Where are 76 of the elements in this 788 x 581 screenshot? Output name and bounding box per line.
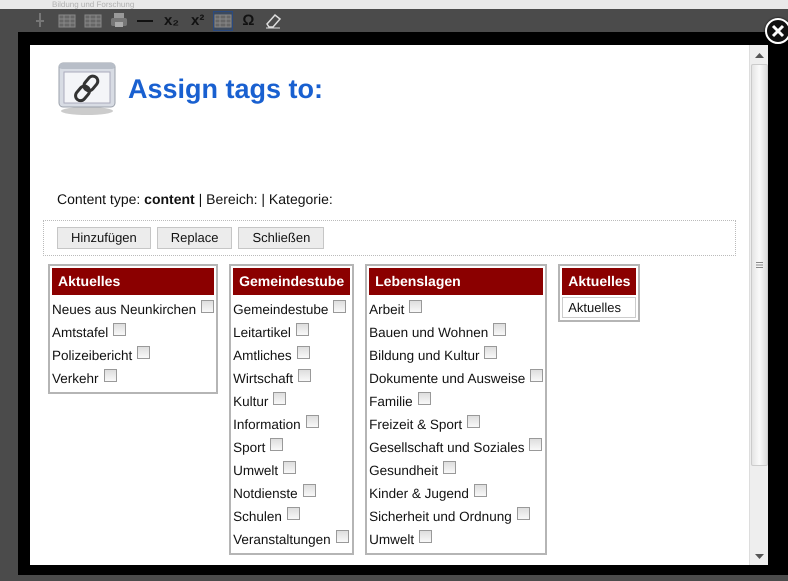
- tag-label: Umwelt: [233, 463, 278, 478]
- tag-label: Leitartikel: [233, 325, 291, 340]
- tag-label: Notdienste: [233, 486, 298, 501]
- scroll-up-icon[interactable]: [754, 53, 764, 58]
- tag-checkbox[interactable]: [296, 346, 310, 359]
- action-button[interactable]: Schließen: [238, 227, 324, 249]
- tag-checkbox[interactable]: [493, 323, 506, 336]
- tag-checkbox[interactable]: [273, 392, 286, 405]
- tag-checkbox[interactable]: [306, 415, 319, 428]
- tag-label: Schulen: [233, 509, 282, 524]
- tag-label: Amtstafel: [52, 325, 108, 340]
- tag-checkbox[interactable]: [467, 415, 480, 428]
- tag-checkbox[interactable]: [296, 323, 309, 336]
- tag-label: Amtliches: [233, 348, 292, 363]
- tag-label: Sicherheit und Ordnung: [369, 509, 512, 524]
- grip-icon: [756, 262, 762, 268]
- tag-checkbox[interactable]: [201, 300, 214, 313]
- table-icon[interactable]: [84, 12, 102, 30]
- tag-label: Dokumente und Ausweise: [369, 371, 526, 386]
- group-heading: Aktuelles: [562, 268, 636, 295]
- tag-label: Veranstaltungen: [233, 532, 331, 547]
- tag-label: Freizeit & Sport: [369, 417, 462, 432]
- printer-icon[interactable]: [110, 12, 128, 30]
- tag-checkbox[interactable]: [137, 346, 150, 359]
- tag-label: Gesellschaft und Soziales: [369, 440, 524, 455]
- tag-checkbox[interactable]: [286, 507, 300, 520]
- tag-checkbox[interactable]: [104, 369, 117, 382]
- tag-checkbox[interactable]: [409, 300, 422, 313]
- table-icon[interactable]: [58, 12, 76, 30]
- tag-checkbox[interactable]: [298, 369, 312, 382]
- content-info-text: Content type: content | Bereich: | Kategorie:: [56, 190, 334, 208]
- tag-label: Polizeibericht: [52, 348, 132, 363]
- tag-checkbox[interactable]: [530, 369, 544, 382]
- tag-checkbox[interactable]: [529, 438, 542, 451]
- action-button[interactable]: Replace: [156, 227, 232, 249]
- tag-label: Bauen und Wohnen: [369, 325, 488, 340]
- close-icon: [771, 24, 785, 38]
- link-icon: [58, 62, 116, 116]
- group-heading: Gemeindestube: [233, 268, 350, 295]
- tag-checkbox[interactable]: [336, 530, 349, 543]
- tag-checkbox[interactable]: [418, 392, 431, 405]
- tag-label: Neues aus Neunkirchen: [52, 302, 196, 317]
- table-icon[interactable]: [214, 12, 232, 30]
- tag-label: Bildung und Kultur: [369, 348, 480, 363]
- tag-label: Kinder & Jugend: [369, 486, 469, 501]
- dialog-title: Assign tags to:: [128, 73, 324, 105]
- tag-label: Gemeindestube: [233, 302, 328, 317]
- scroll-down-icon[interactable]: [754, 554, 764, 559]
- tag-label: Familie: [369, 394, 413, 409]
- group-heading: Lebenslagen: [369, 268, 544, 295]
- scrollbar[interactable]: [749, 45, 768, 565]
- tag-list-item[interactable]: Aktuelles: [563, 298, 636, 317]
- tag-label: Arbeit: [369, 302, 404, 317]
- tag-label: Information: [233, 417, 301, 432]
- group-heading: Aktuelles: [52, 268, 214, 295]
- tag-checkbox[interactable]: [113, 323, 126, 336]
- eraser-icon[interactable]: [264, 12, 282, 30]
- tag-checkbox[interactable]: [283, 461, 296, 474]
- tag-checkbox[interactable]: [474, 484, 487, 497]
- tag-checkbox[interactable]: [333, 300, 346, 313]
- tag-label: Kultur: [233, 394, 268, 409]
- page-text: Bildung und Forschung: [52, 0, 134, 9]
- close-button[interactable]: [765, 18, 788, 44]
- tag-label: Umwelt: [369, 532, 414, 547]
- tag-checkbox[interactable]: [443, 461, 456, 474]
- tag-label: Gesundheit: [369, 463, 438, 478]
- tag-checkbox[interactable]: [419, 530, 432, 543]
- tag-checkbox[interactable]: [302, 484, 316, 497]
- scroll-thumb[interactable]: [750, 64, 768, 466]
- tag-label: Wirtschaft: [233, 371, 294, 386]
- tag-label: Sport: [233, 440, 266, 455]
- tag-label: Verkehr: [52, 371, 99, 386]
- tag-checkbox[interactable]: [270, 438, 284, 451]
- tag-checkbox[interactable]: [516, 507, 530, 520]
- tag-checkbox[interactable]: [484, 346, 498, 359]
- action-button[interactable]: Hinzufügen: [57, 227, 151, 249]
